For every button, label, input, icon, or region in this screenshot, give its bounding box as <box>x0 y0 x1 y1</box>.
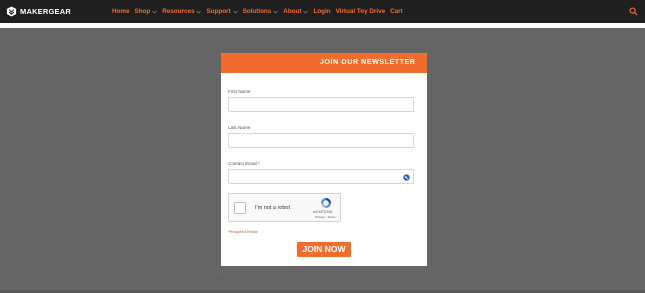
search-icon[interactable] <box>629 7 638 16</box>
nav-label-shop: Shop <box>134 8 151 15</box>
top-navigation-bar: MAKERGEAR Home Shop Resources Support So… <box>0 0 645 23</box>
brand-name: MAKERGEAR <box>20 7 71 16</box>
nav-item-resources[interactable]: Resources <box>162 8 202 15</box>
contact-email-label-text: Contact Email <box>228 161 257 166</box>
contact-email-field[interactable] <box>228 169 414 184</box>
stray-dot <box>221 278 222 279</box>
nav-label-solutions: Solutions <box>242 8 272 15</box>
nav-item-virtual-toy-drive[interactable]: Virtual Toy Drive <box>336 8 385 15</box>
first-name-field[interactable] <box>228 97 414 112</box>
newsletter-modal: JOIN OUR NEWSLETTER First Name Last Name… <box>221 53 427 266</box>
recaptcha-widget: I'm not a robot reCAPTCHA Privacy - Term… <box>228 193 341 222</box>
nav-label-resources: Resources <box>162 8 195 15</box>
recaptcha-checkbox[interactable] <box>234 202 246 214</box>
recaptcha-privacy-terms[interactable]: Privacy - Terms <box>315 215 336 219</box>
chevron-down-icon <box>152 10 158 13</box>
nav-item-about[interactable]: About <box>283 8 309 15</box>
chevron-down-icon <box>232 10 238 13</box>
first-name-label: First Name <box>228 89 251 94</box>
nav-item-login[interactable]: Login <box>313 8 330 15</box>
nav-item-cart[interactable]: Cart <box>390 8 403 15</box>
nav-label-support: Support <box>206 8 231 15</box>
main-menu: Home Shop Resources Support Solutions Ab… <box>112 0 408 23</box>
chevron-down-icon <box>303 10 309 13</box>
nav-item-shop[interactable]: Shop <box>135 8 158 15</box>
nav-label-about: About <box>283 8 302 15</box>
chevron-down-icon <box>273 10 279 13</box>
makergear-logo-icon <box>6 6 17 17</box>
contact-email-label: Contact Email * <box>228 161 260 166</box>
nav-label-home: Home <box>112 8 130 15</box>
nav-item-support[interactable]: Support <box>206 8 238 15</box>
nav-label-virtual-toy-drive: Virtual Toy Drive <box>335 8 386 15</box>
newsletter-title: JOIN OUR NEWSLETTER <box>320 59 416 66</box>
join-now-button[interactable]: JOIN NOW <box>297 242 351 257</box>
required-asterisk: * <box>257 161 260 166</box>
last-name-field[interactable] <box>228 133 414 148</box>
nav-item-solutions[interactable]: Solutions <box>243 8 279 15</box>
newsletter-header: JOIN OUR NEWSLETTER <box>221 53 427 73</box>
nav-item-home[interactable]: Home <box>112 8 130 15</box>
recaptcha-logo-icon <box>321 198 331 208</box>
makergear-logo[interactable]: MAKERGEAR <box>6 5 71 18</box>
last-name-label: Last Name <box>228 125 251 130</box>
required-fields-note: *Required Fields <box>228 229 258 234</box>
nav-label-cart: Cart <box>390 8 403 15</box>
header-divider <box>0 23 645 28</box>
recaptcha-brand: reCAPTCHA <box>313 210 333 214</box>
nav-label-login: Login <box>313 8 331 15</box>
recaptcha-label: I'm not a robot <box>255 205 290 211</box>
autofill-key-icon[interactable] <box>403 174 410 181</box>
chevron-down-icon <box>196 10 202 13</box>
